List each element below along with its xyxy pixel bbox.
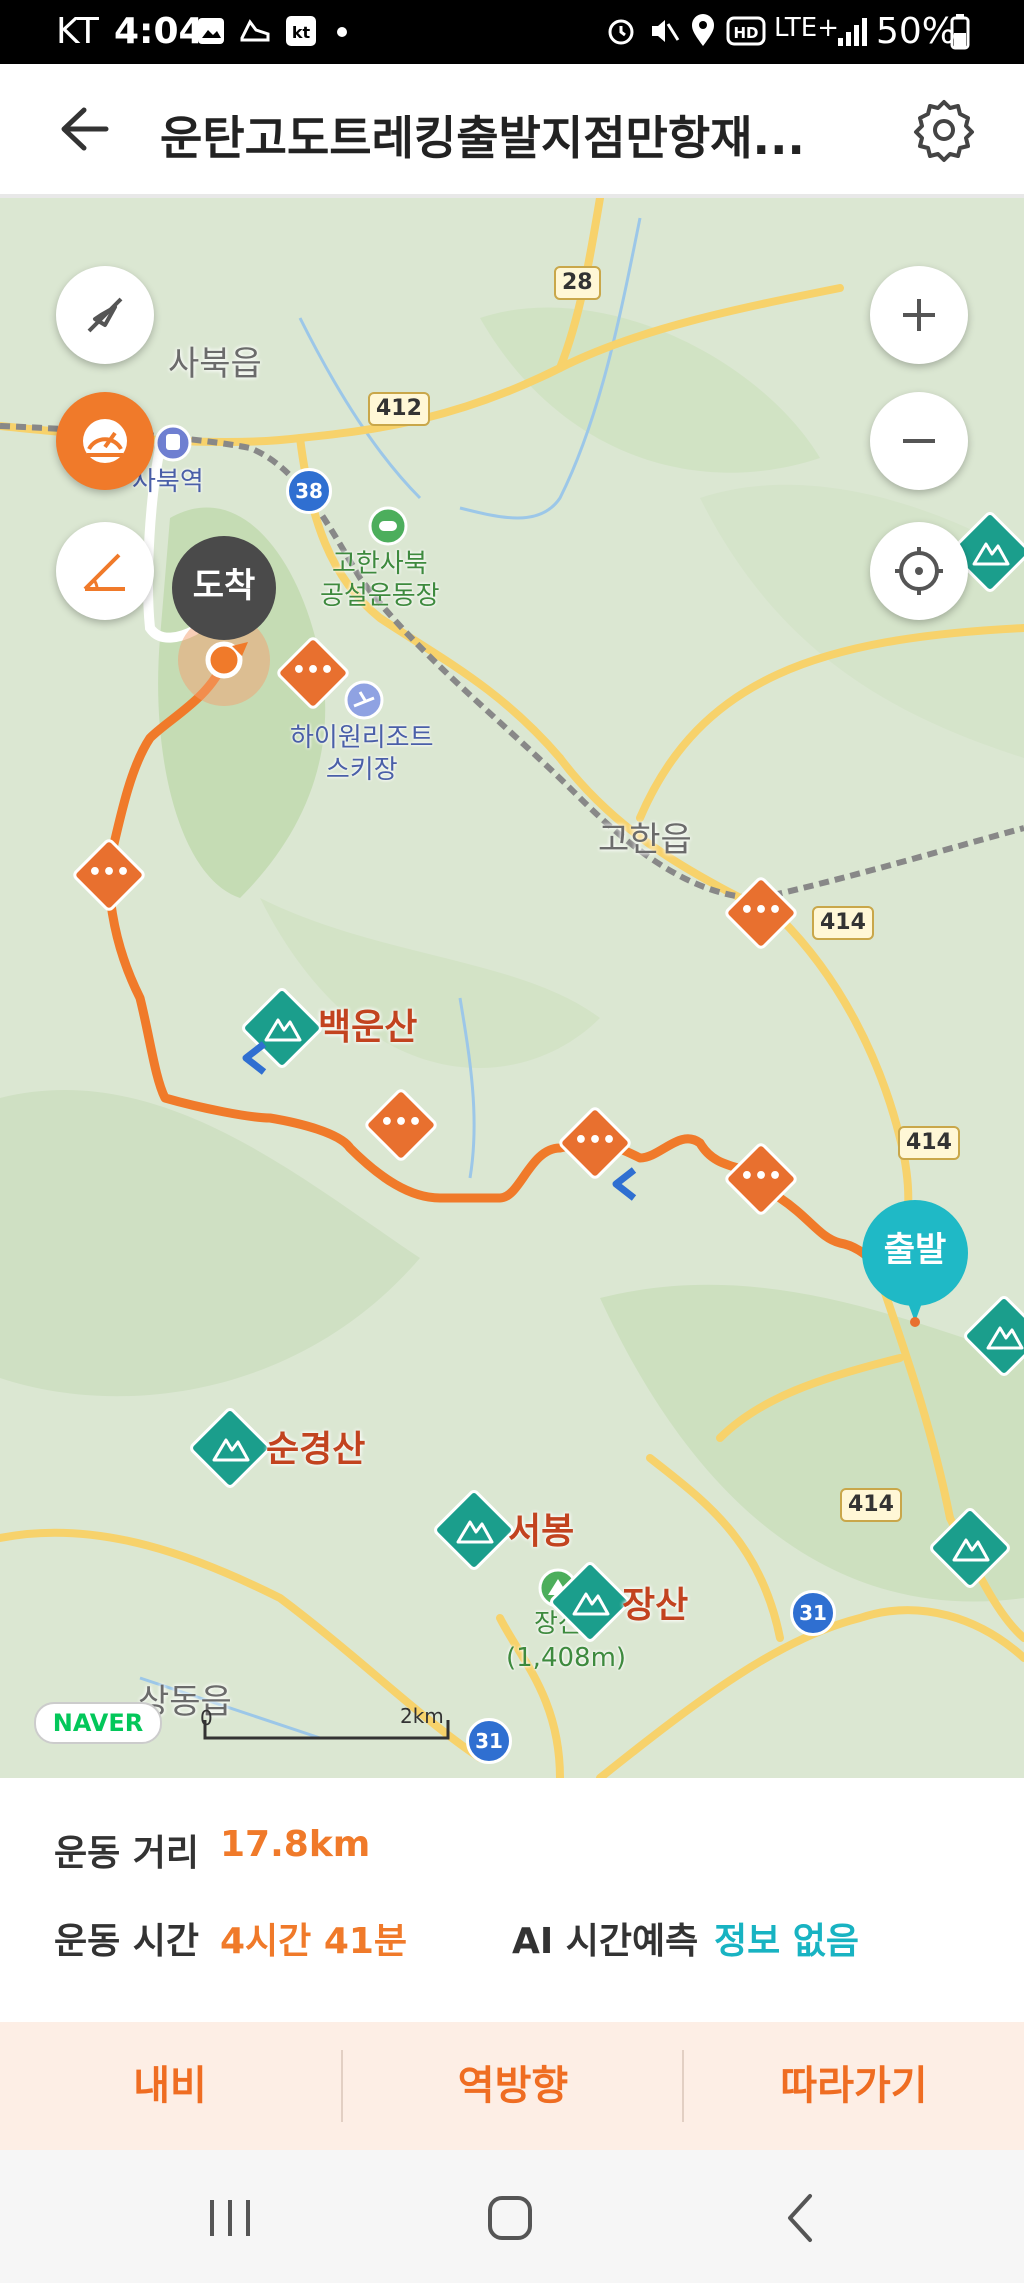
ai-prediction-label: AI 시간예측	[512, 1921, 699, 1962]
crosshair-icon	[895, 547, 943, 595]
ai-prediction-value: 정보 없음	[714, 1921, 860, 1962]
plus-icon	[903, 299, 935, 331]
scale-zero: 0	[200, 1706, 213, 1730]
compass-toggle-button[interactable]	[56, 266, 154, 364]
recent-apps-button[interactable]	[200, 2194, 260, 2242]
alarm-icon	[608, 19, 634, 45]
label-seobong: 서봉	[508, 1511, 575, 1552]
scale-distance: 2km	[400, 1704, 444, 1728]
app-header: 운탄고도트레킹출발지점만항재...	[0, 64, 1024, 198]
dot-icon	[337, 27, 347, 37]
arrival-pin[interactable]: 도착	[172, 536, 276, 640]
zoom-in-button[interactable]	[870, 266, 968, 364]
slope-icon	[83, 553, 125, 591]
follow-button[interactable]: 따라가기	[684, 2022, 1024, 2150]
label-gohan-sabuk-field: 고한사북 공설운동장	[320, 549, 440, 611]
distance-value: 17.8km	[220, 1824, 371, 1865]
zoom-out-button[interactable]	[870, 392, 968, 490]
home-button[interactable]	[484, 2190, 540, 2246]
hd-icon: HD	[726, 16, 766, 46]
road-badge-414-b: 414	[898, 1126, 960, 1160]
label-sungyeongsan: 순경산	[266, 1429, 366, 1470]
road-badge-414-a: 414	[812, 906, 874, 940]
label-gohan-town: 고한읍	[598, 820, 692, 860]
gallery-icon	[198, 18, 224, 44]
carrier-label: KT	[56, 11, 99, 52]
direction-arrow-icon	[242, 1041, 267, 1075]
page-title: 운탄고도트레킹출발지점만항재...	[160, 111, 805, 165]
distance-label: 운동 거리	[54, 1833, 200, 1874]
arrow-left-icon	[61, 107, 109, 151]
time-label: 운동 시간	[54, 1921, 200, 1962]
ski-resort-icon	[344, 680, 384, 720]
stadium-icon	[368, 506, 408, 546]
road-badge-31-a: 31	[790, 1590, 836, 1636]
back-nav-button[interactable]	[780, 2190, 820, 2246]
train-station-icon	[154, 424, 192, 462]
map-view[interactable]: 사북읍 사북역 고한읍 상동읍 고한사북 공설운동장 하이원리조트 스키장 장산…	[0, 198, 1024, 1778]
label-baegunsan: 백운산	[318, 1007, 418, 1048]
label-sabuk-town: 사북읍	[168, 344, 262, 384]
speedometer-icon	[83, 419, 127, 463]
location-icon	[692, 14, 714, 46]
minus-icon	[903, 439, 935, 443]
battery-icon	[950, 14, 970, 50]
time-value: 4시간 41분	[220, 1921, 408, 1962]
signal-icon	[838, 18, 867, 46]
battery-percent: 50%	[876, 11, 957, 52]
navi-button[interactable]: 내비	[0, 2022, 340, 2150]
status-bar: KT 4:04 kt HD LTE+ 50%	[0, 0, 1024, 64]
label-high1-resort: 하이원리조트 스키장	[290, 723, 434, 785]
clock: 4:04	[114, 11, 204, 52]
back-button[interactable]	[50, 94, 130, 164]
kt-app-icon: kt	[286, 16, 316, 46]
svg-text:HD: HD	[733, 24, 758, 42]
network-type: LTE+	[774, 13, 839, 43]
svg-text:kt: kt	[292, 23, 311, 42]
action-bar: 내비 역방향 따라가기	[0, 2022, 1024, 2150]
slope-button[interactable]	[56, 522, 154, 620]
system-nav-bar	[0, 2150, 1024, 2283]
info-panel: 운동 거리 17.8km 운동 시간 4시간 41분 AI 시간예측 정보 없음	[0, 1778, 1024, 2022]
shoe-icon	[240, 19, 270, 42]
speed-button[interactable]	[56, 392, 154, 490]
direction-arrow-icon	[612, 1167, 637, 1201]
label-jangsan: 장산	[622, 1585, 689, 1626]
road-badge-38: 38	[286, 468, 332, 514]
compass-off-icon	[87, 297, 123, 333]
settings-button[interactable]	[908, 94, 980, 166]
gear-icon	[914, 100, 974, 162]
road-badge-28: 28	[554, 266, 601, 300]
road-badge-31-b: 31	[466, 1718, 512, 1764]
label-jangsan-elevation: (1,408m)	[506, 1643, 627, 1673]
start-pin[interactable]: 출발	[862, 1200, 968, 1306]
reverse-button[interactable]: 역방향	[343, 2022, 683, 2150]
road-badge-412: 412	[368, 392, 430, 426]
my-location-button[interactable]	[870, 522, 968, 620]
mute-icon	[652, 20, 680, 42]
naver-logo: NAVER	[34, 1702, 162, 1744]
road-badge-414-c: 414	[840, 1488, 902, 1522]
